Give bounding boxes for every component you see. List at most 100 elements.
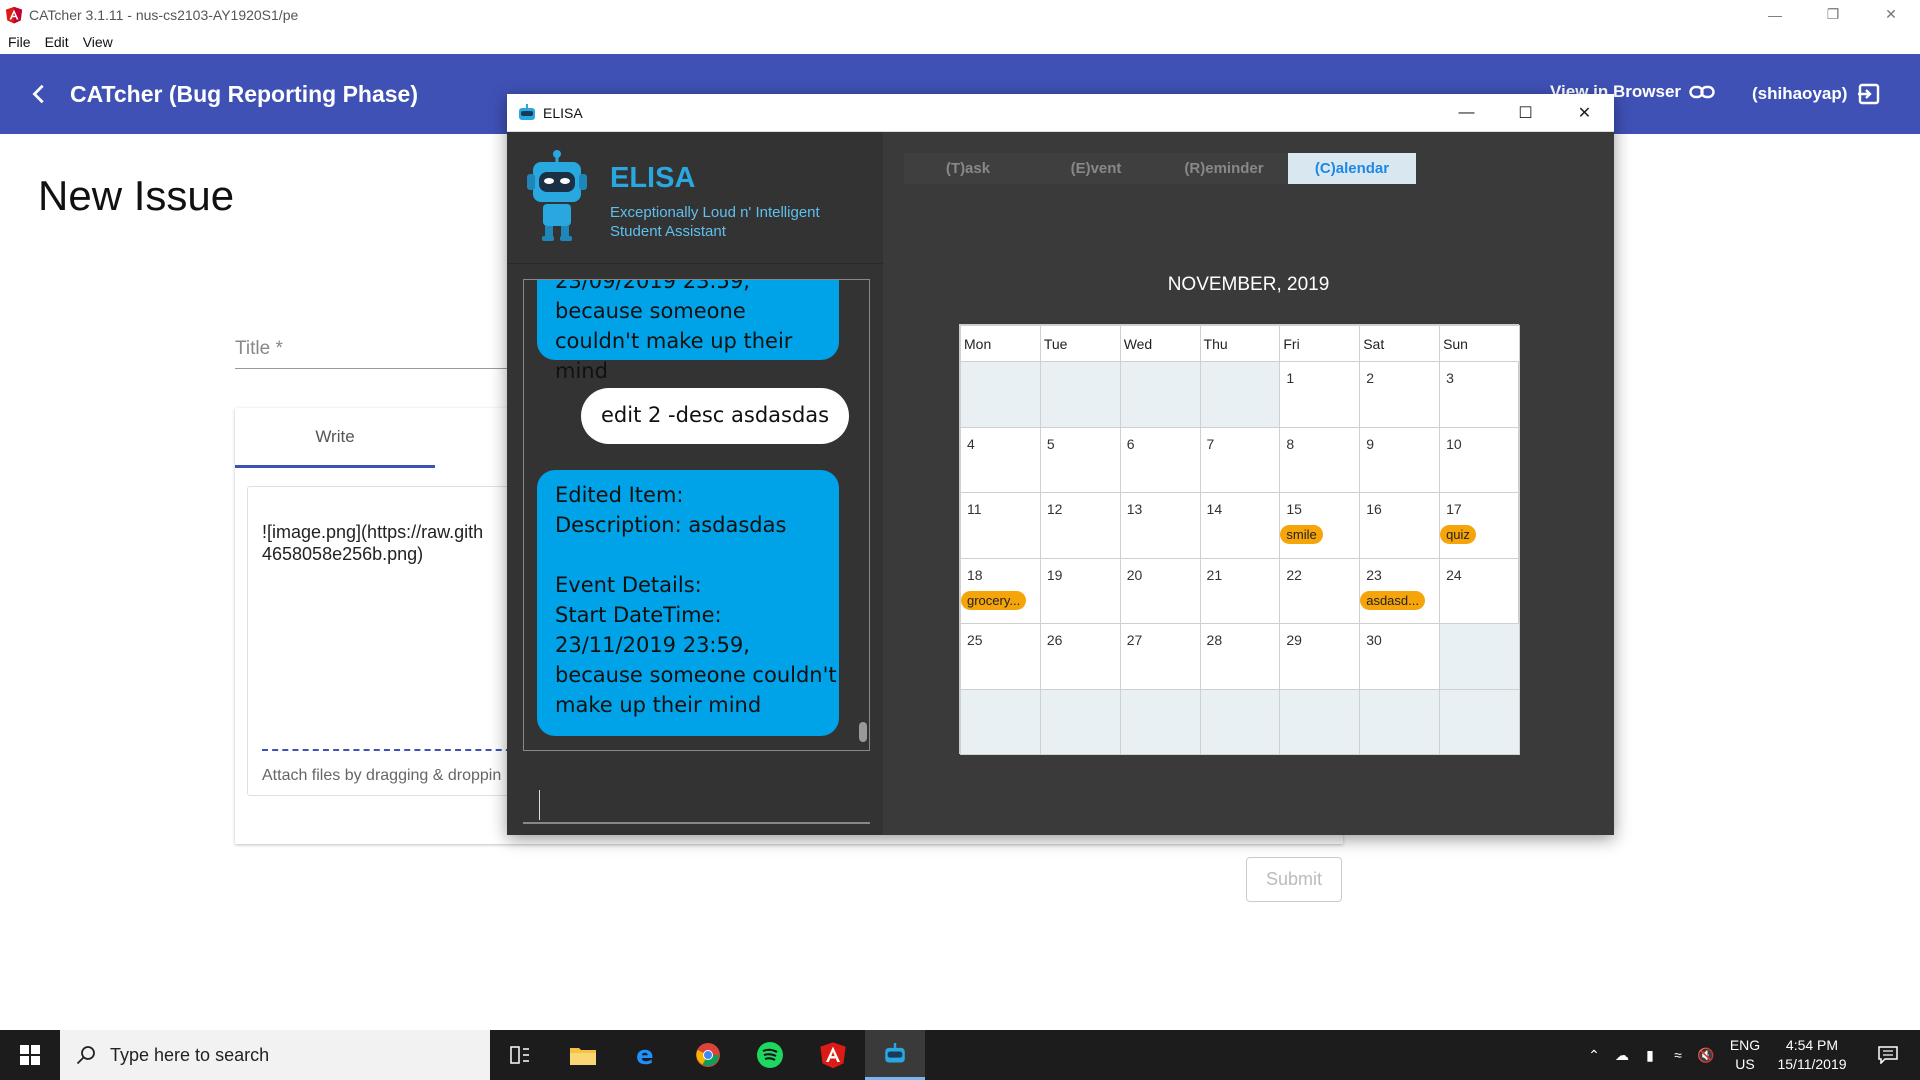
menu-file[interactable]: File bbox=[8, 34, 31, 50]
catcher-button[interactable] bbox=[803, 1030, 863, 1080]
text-caret bbox=[539, 790, 540, 820]
restore-button[interactable]: ❐ bbox=[1804, 0, 1862, 29]
event-chip[interactable]: asdasd... bbox=[1360, 590, 1425, 610]
elisa-minimize-button[interactable]: — bbox=[1437, 94, 1496, 132]
onedrive-icon[interactable]: ☁ bbox=[1608, 1047, 1636, 1064]
calendar-day[interactable]: 1 bbox=[1279, 361, 1361, 428]
clock[interactable]: 4:54 PM 15/11/2019 bbox=[1762, 1036, 1862, 1074]
edge-button[interactable]: e bbox=[616, 1030, 676, 1080]
calendar-day[interactable]: 7 bbox=[1199, 426, 1281, 493]
menubar: File Edit View bbox=[0, 29, 1920, 54]
calendar-empty-cell bbox=[960, 688, 1041, 755]
volume-muted-icon[interactable]: 🔇 bbox=[1692, 1047, 1720, 1064]
day-number: 22 bbox=[1286, 566, 1302, 583]
day-number: 19 bbox=[1046, 566, 1063, 583]
calendar-day[interactable]: 12 bbox=[1039, 492, 1121, 559]
elisa-taskbar-button[interactable] bbox=[865, 1030, 925, 1080]
tab-task[interactable]: (T)ask bbox=[904, 153, 1032, 184]
chevron-up-icon[interactable]: ⌃ bbox=[1580, 1047, 1608, 1064]
calendar-day[interactable]: 17 quiz bbox=[1439, 492, 1520, 559]
calendar-day[interactable]: 11 bbox=[960, 492, 1041, 559]
day-number: 28 bbox=[1206, 632, 1223, 648]
tab-write[interactable]: Write bbox=[235, 408, 435, 468]
calendar-day[interactable]: 18 grocery... bbox=[960, 557, 1041, 624]
elisa-maximize-button[interactable]: ☐ bbox=[1496, 94, 1555, 132]
day-number: 23 bbox=[1366, 566, 1382, 583]
calendar-day[interactable]: 16 bbox=[1359, 492, 1441, 559]
event-chip[interactable]: grocery... bbox=[961, 590, 1027, 610]
calendar-day[interactable]: 9 bbox=[1359, 426, 1441, 493]
elisa-close-button[interactable]: ✕ bbox=[1555, 94, 1614, 132]
day-number: 17 bbox=[1446, 501, 1462, 517]
calendar-day[interactable]: 21 bbox=[1199, 557, 1281, 624]
tab-event[interactable]: (E)vent bbox=[1032, 153, 1160, 184]
submit-button[interactable]: Submit bbox=[1246, 857, 1342, 902]
taskbar-search[interactable]: Type here to search bbox=[60, 1030, 490, 1080]
day-number: 20 bbox=[1126, 566, 1143, 583]
calendar-day[interactable]: 27 bbox=[1119, 623, 1201, 690]
calendar-day[interactable]: 10 bbox=[1439, 426, 1520, 493]
chrome-button[interactable] bbox=[678, 1030, 738, 1080]
calendar-day[interactable]: 15 smile bbox=[1279, 492, 1361, 559]
title-field[interactable]: Title * bbox=[235, 338, 283, 360]
calendar-day[interactable]: 26 bbox=[1039, 623, 1121, 690]
app-titlebar: CATcher 3.1.11 - nus-cs2103-AY1920S1/pe … bbox=[0, 0, 1920, 29]
logout-icon[interactable] bbox=[1857, 82, 1881, 106]
elisa-window: ELISA — ☐ ✕ ELISA Exceptionally Loud n' … bbox=[507, 94, 1614, 835]
chat-history[interactable]: 23/09/2019 23:59, because someone couldn… bbox=[523, 279, 870, 751]
calendar-day[interactable]: 24 bbox=[1439, 557, 1520, 624]
taskbar: Type here to search e ⌃ ☁ ▮ ≈ 🔇 ENG US 4… bbox=[0, 1030, 1920, 1080]
calendar-day[interactable]: 2 bbox=[1359, 361, 1441, 428]
calendar-day[interactable]: 6 bbox=[1119, 426, 1201, 493]
calendar-day[interactable]: 20 bbox=[1119, 557, 1201, 624]
input-language[interactable]: ENG US bbox=[1728, 1036, 1762, 1074]
calendar-day[interactable]: 25 bbox=[960, 623, 1041, 690]
clock-date: 15/11/2019 bbox=[1777, 1056, 1847, 1072]
chat-scrollbar[interactable] bbox=[859, 722, 867, 742]
task-view-button[interactable] bbox=[490, 1030, 550, 1080]
file-explorer-button[interactable] bbox=[553, 1030, 613, 1080]
calendar-week: 25 26 27 28 29 30 bbox=[960, 623, 1520, 690]
minimize-button[interactable]: — bbox=[1746, 0, 1804, 29]
calendar-empty-cell bbox=[1279, 688, 1361, 755]
command-input[interactable] bbox=[523, 780, 870, 824]
spotify-button[interactable] bbox=[740, 1030, 800, 1080]
menu-view[interactable]: View bbox=[83, 34, 113, 50]
day-number: 14 bbox=[1206, 501, 1223, 517]
calendar-day[interactable]: 14 bbox=[1199, 492, 1281, 559]
calendar-day[interactable]: 29 bbox=[1279, 623, 1361, 690]
calendar-empty-cell bbox=[1039, 688, 1121, 755]
weekday-header: Fri bbox=[1279, 325, 1361, 362]
elisa-robot-icon bbox=[519, 103, 535, 120]
elisa-tagline: Exceptionally Loud n' Intelligent Studen… bbox=[610, 204, 820, 240]
page-title: New Issue bbox=[38, 172, 235, 219]
calendar-day[interactable]: 28 bbox=[1199, 623, 1281, 690]
user-logout[interactable]: (shihaoyap) bbox=[1752, 82, 1881, 106]
calendar-empty-cell bbox=[1119, 688, 1201, 755]
weekday-header: Mon bbox=[960, 325, 1041, 362]
tab-reminder[interactable]: (R)eminder bbox=[1160, 153, 1288, 184]
calendar-day[interactable]: 13 bbox=[1119, 492, 1201, 559]
calendar-day[interactable]: 4 bbox=[960, 426, 1041, 493]
menu-edit[interactable]: Edit bbox=[45, 34, 69, 50]
event-chip[interactable]: quiz bbox=[1440, 525, 1476, 544]
calendar-day[interactable]: 23 asdasd... bbox=[1359, 557, 1441, 624]
calendar-day[interactable]: 5 bbox=[1039, 426, 1121, 493]
tab-calendar[interactable]: (C)alendar bbox=[1288, 153, 1416, 184]
notification-button[interactable] bbox=[1866, 1030, 1910, 1080]
calendar-day[interactable]: 30 bbox=[1359, 623, 1441, 690]
calendar-empty-cell bbox=[960, 361, 1041, 428]
back-arrow-icon[interactable] bbox=[28, 83, 50, 105]
calendar-day[interactable]: 3 bbox=[1439, 361, 1520, 428]
wifi-icon[interactable]: ≈ bbox=[1664, 1047, 1692, 1063]
calendar-grid: Mon Tue Wed Thu Fri Sat Sun 1 2 3 4 5 6 7 8 9 10 11 12 13 1… bbox=[959, 324, 1520, 755]
calendar-day[interactable]: 19 bbox=[1039, 557, 1121, 624]
calendar-day[interactable]: 8 bbox=[1279, 426, 1361, 493]
header-title: CATcher (Bug Reporting Phase) bbox=[70, 80, 418, 107]
calendar-day[interactable]: 22 bbox=[1279, 557, 1361, 624]
start-button[interactable] bbox=[0, 1030, 60, 1080]
elisa-window-title: ELISA bbox=[543, 104, 583, 121]
close-button[interactable]: ✕ bbox=[1862, 0, 1920, 29]
event-chip[interactable]: smile bbox=[1280, 525, 1323, 544]
battery-icon[interactable]: ▮ bbox=[1636, 1047, 1664, 1064]
